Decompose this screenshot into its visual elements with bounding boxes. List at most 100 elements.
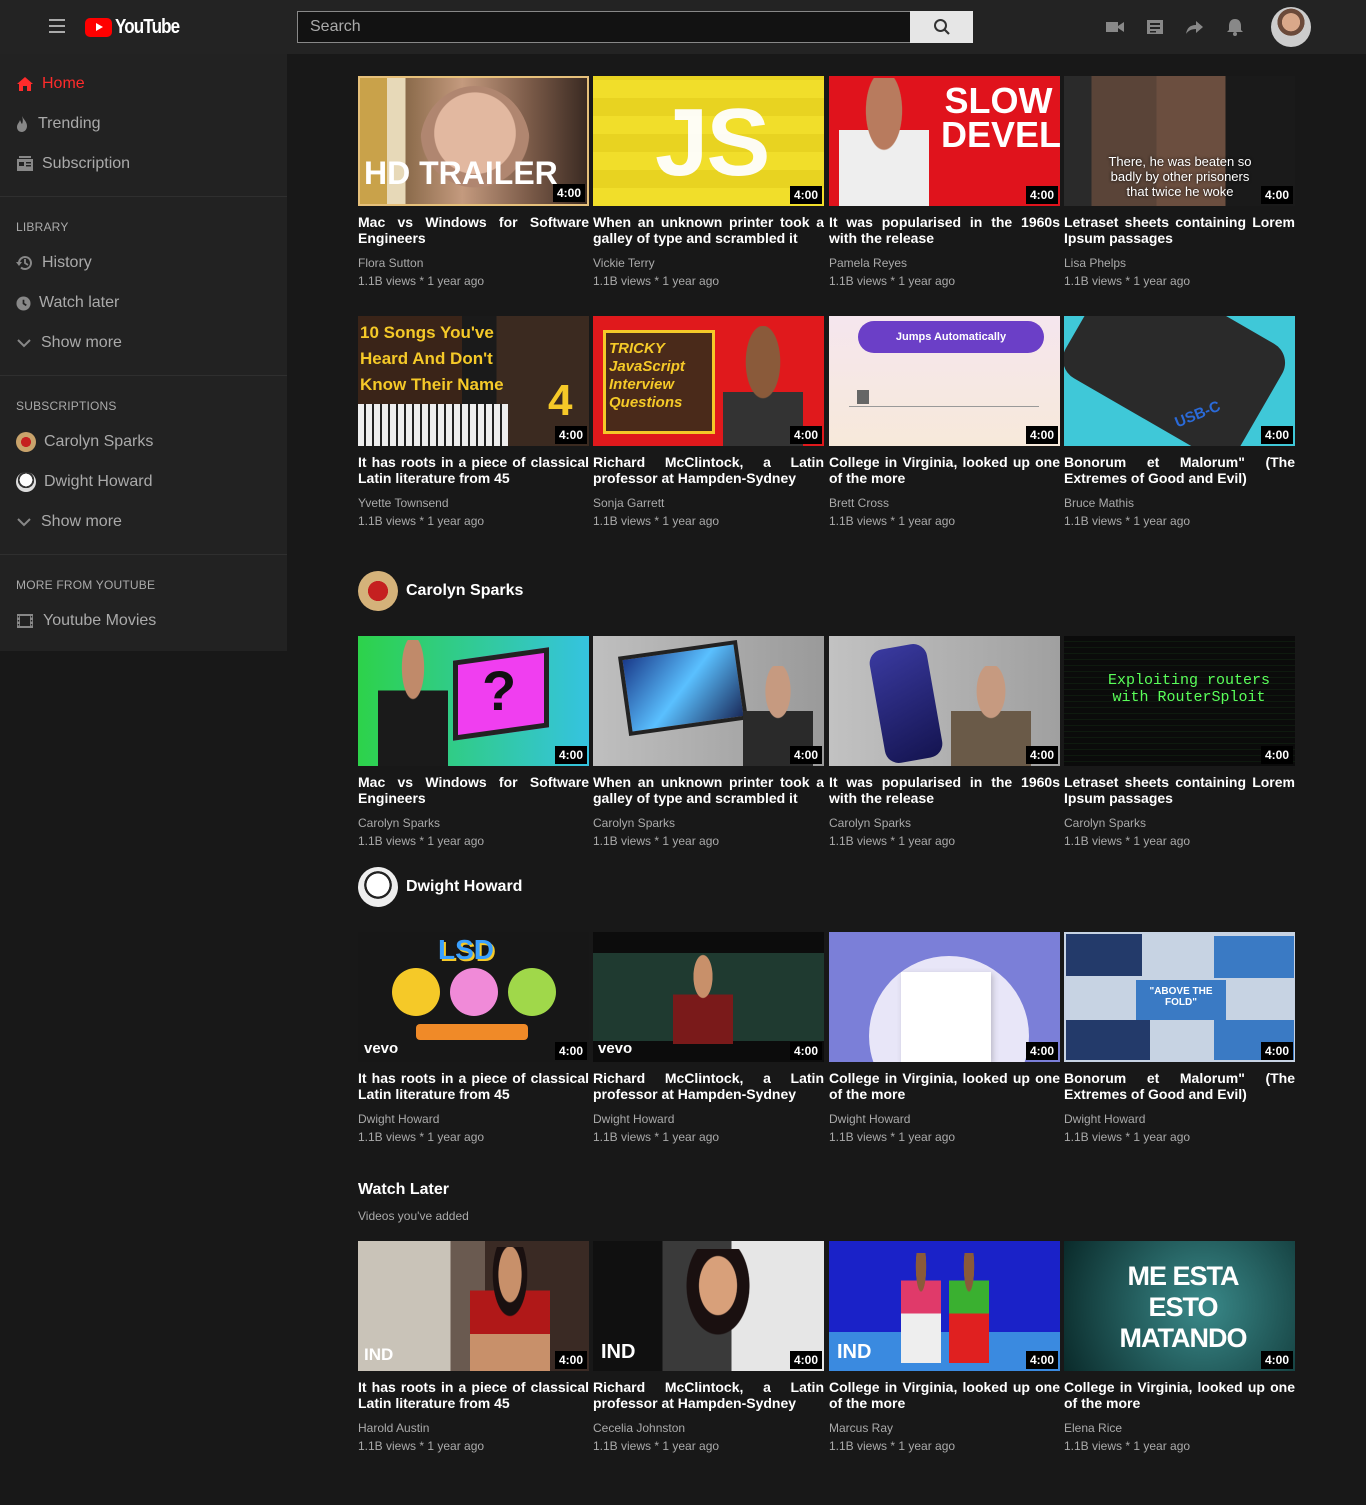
channel-name[interactable]: Dwight Howard xyxy=(829,1112,1060,1126)
channel-name[interactable]: Carolyn Sparks xyxy=(1064,816,1295,830)
channel-name[interactable]: Cecelia Johnston xyxy=(593,1421,824,1435)
search-button[interactable] xyxy=(910,11,973,43)
video-thumbnail[interactable]: LSD vevo 4:00 xyxy=(358,932,589,1062)
video-card[interactable]: USB-C 4:00 Bonorum et Malorum" (The Extr… xyxy=(1064,316,1295,528)
video-title[interactable]: Letraset sheets containing Lorem Ipsum p… xyxy=(1064,774,1295,806)
video-card[interactable]: 4:00 It was popularised in the 1960s wit… xyxy=(829,636,1060,848)
apps-grid-icon[interactable] xyxy=(1145,18,1165,36)
share-icon[interactable] xyxy=(1185,18,1205,36)
video-camera-icon[interactable] xyxy=(1105,18,1125,36)
video-card[interactable]: 4:00 When an unknown printer took a gall… xyxy=(593,636,824,848)
video-thumbnail[interactable]: ? 4:00 xyxy=(358,636,589,766)
video-card[interactable]: IND 4:00 Richard McClintock, a Latin pro… xyxy=(593,1241,824,1453)
channel-name[interactable]: Dwight Howard xyxy=(593,1112,824,1126)
channel-name[interactable]: Yvette Townsend xyxy=(358,496,589,510)
video-card[interactable]: There, he was beaten so badly by other p… xyxy=(1064,76,1295,288)
video-thumbnail[interactable]: IND 4:00 xyxy=(593,1241,824,1371)
channel-name[interactable]: Dwight Howard xyxy=(1064,1112,1295,1126)
video-card[interactable]: 10 Songs You've Heard And Don't Know The… xyxy=(358,316,589,528)
video-title[interactable]: College in Virginia, looked up one of th… xyxy=(829,1070,1060,1102)
sidebar-item-show-more-subs[interactable]: Show more xyxy=(16,510,122,534)
sidebar-item-show-more[interactable]: Show more xyxy=(16,331,122,355)
video-card[interactable]: LSD vevo 4:00 It has roots in a piece of… xyxy=(358,932,589,1144)
video-thumbnail[interactable]: 4:00 xyxy=(593,636,824,766)
video-card[interactable]: IND 4:00 It has roots in a piece of clas… xyxy=(358,1241,589,1453)
user-avatar[interactable] xyxy=(1271,7,1311,47)
video-title[interactable]: College in Virginia, looked up one of th… xyxy=(829,1379,1060,1411)
video-title[interactable]: It has roots in a piece of classical Lat… xyxy=(358,1379,589,1411)
sidebar-item-subscription[interactable]: Subscription xyxy=(16,152,130,176)
sidebar-item-history[interactable]: History xyxy=(16,251,92,275)
channel-section-header[interactable]: Carolyn Sparks xyxy=(358,571,523,611)
video-thumbnail[interactable]: IND 4:00 xyxy=(829,1241,1060,1371)
channel-name[interactable]: Elena Rice xyxy=(1064,1421,1295,1435)
video-title[interactable]: Richard McClintock, a Latin professor at… xyxy=(593,454,824,486)
video-thumbnail[interactable]: SLOW DEVELOPER 4:00 xyxy=(829,76,1060,206)
video-thumbnail[interactable]: TRICKY JavaScript Interview Questions 4:… xyxy=(593,316,824,446)
video-title[interactable]: It was popularised in the 1960s with the… xyxy=(829,214,1060,246)
video-title[interactable]: Mac vs Windows for Software Engineers xyxy=(358,774,589,806)
video-card[interactable]: IND 4:00 College in Virginia, looked up … xyxy=(829,1241,1060,1453)
video-thumbnail[interactable]: 10 Songs You've Heard And Don't Know The… xyxy=(358,316,589,446)
sidebar-item-home[interactable]: Home xyxy=(16,72,85,96)
notification-bell-icon[interactable] xyxy=(1225,18,1245,36)
video-title[interactable]: Richard McClintock, a Latin professor at… xyxy=(593,1379,824,1411)
video-thumbnail[interactable]: Jumps Automatically 4:00 xyxy=(829,316,1060,446)
video-title[interactable]: It was popularised in the 1960s with the… xyxy=(829,774,1060,806)
hamburger-menu-icon[interactable] xyxy=(49,19,65,33)
video-title[interactable]: Mac vs Windows for Software Engineers xyxy=(358,214,589,246)
video-thumbnail[interactable]: There, he was beaten so badly by other p… xyxy=(1064,76,1295,206)
channel-name[interactable]: Lisa Phelps xyxy=(1064,256,1295,270)
video-card[interactable]: JS 4:00 When an unknown printer took a g… xyxy=(593,76,824,288)
video-title[interactable]: Bonorum et Malorum" (The Extremes of Goo… xyxy=(1064,1070,1295,1102)
video-thumbnail[interactable]: USB-C 4:00 xyxy=(1064,316,1295,446)
channel-name[interactable]: Pamela Reyes xyxy=(829,256,1060,270)
video-thumbnail[interactable]: "ABOVE THE FOLD" 4:00 xyxy=(1064,932,1295,1062)
channel-name[interactable]: Brett Cross xyxy=(829,496,1060,510)
sidebar-item-trending[interactable]: Trending xyxy=(16,112,101,136)
search-box[interactable] xyxy=(297,11,911,43)
video-title[interactable]: Letraset sheets containing Lorem Ipsum p… xyxy=(1064,214,1295,246)
video-card[interactable]: vevo 4:00 Richard McClintock, a Latin pr… xyxy=(593,932,824,1144)
video-title[interactable]: It has roots in a piece of classical Lat… xyxy=(358,1070,589,1102)
video-title[interactable]: Richard McClintock, a Latin professor at… xyxy=(593,1070,824,1102)
sidebar-item-watch-later[interactable]: Watch later xyxy=(16,291,119,315)
channel-name[interactable]: Sonja Garrett xyxy=(593,496,824,510)
sidebar-item-carolyn-sparks[interactable]: Carolyn Sparks xyxy=(16,430,153,454)
youtube-logo[interactable]: YouTube xyxy=(85,16,191,39)
video-thumbnail[interactable]: JS 4:00 xyxy=(593,76,824,206)
sidebar-item-youtube-movies[interactable]: Youtube Movies xyxy=(16,609,156,633)
watch-later-title[interactable]: Watch Later xyxy=(358,1181,449,1199)
channel-section-header[interactable]: Dwight Howard xyxy=(358,867,522,907)
channel-name[interactable]: Harold Austin xyxy=(358,1421,589,1435)
video-card[interactable]: "ABOVE THE FOLD" 4:00 Bonorum et Malorum… xyxy=(1064,932,1295,1144)
video-thumbnail[interactable]: ME ESTA ESTO MATANDO 4:00 xyxy=(1064,1241,1295,1371)
video-card[interactable]: HD TRAILER 4:00 Mac vs Windows for Softw… xyxy=(358,76,589,288)
video-title[interactable]: When an unknown printer took a galley of… xyxy=(593,214,824,246)
video-card[interactable]: SLOW DEVELOPER 4:00 It was popularised i… xyxy=(829,76,1060,288)
channel-name[interactable]: Carolyn Sparks xyxy=(358,816,589,830)
channel-name[interactable]: Vickie Terry xyxy=(593,256,824,270)
search-input[interactable] xyxy=(298,12,911,42)
video-thumbnail[interactable]: 4:00 xyxy=(829,636,1060,766)
video-card[interactable]: TRICKY JavaScript Interview Questions 4:… xyxy=(593,316,824,528)
video-title[interactable]: College in Virginia, looked up one of th… xyxy=(829,454,1060,486)
video-title[interactable]: When an unknown printer took a galley of… xyxy=(593,774,824,806)
channel-name[interactable]: Dwight Howard xyxy=(358,1112,589,1126)
video-card[interactable]: 4:00 College in Virginia, looked up one … xyxy=(829,932,1060,1144)
video-card[interactable]: ? 4:00 Mac vs Windows for Software Engin… xyxy=(358,636,589,848)
video-title[interactable]: College in Virginia, looked up one of th… xyxy=(1064,1379,1295,1411)
video-thumbnail[interactable]: IND 4:00 xyxy=(358,1241,589,1371)
video-thumbnail[interactable]: 4:00 xyxy=(829,932,1060,1062)
video-card[interactable]: ME ESTA ESTO MATANDO 4:00 College in Vir… xyxy=(1064,1241,1295,1453)
channel-name[interactable]: Bruce Mathis xyxy=(1064,496,1295,510)
video-title[interactable]: It has roots in a piece of classical Lat… xyxy=(358,454,589,486)
video-thumbnail[interactable]: vevo 4:00 xyxy=(593,932,824,1062)
channel-name[interactable]: Carolyn Sparks xyxy=(829,816,1060,830)
video-thumbnail[interactable]: Exploiting routers with RouterSploit 4:0… xyxy=(1064,636,1295,766)
video-thumbnail[interactable]: HD TRAILER 4:00 xyxy=(358,76,589,206)
channel-name[interactable]: Marcus Ray xyxy=(829,1421,1060,1435)
sidebar-item-dwight-howard[interactable]: Dwight Howard xyxy=(16,470,152,494)
video-card[interactable]: Exploiting routers with RouterSploit 4:0… xyxy=(1064,636,1295,848)
channel-name[interactable]: Flora Sutton xyxy=(358,256,589,270)
